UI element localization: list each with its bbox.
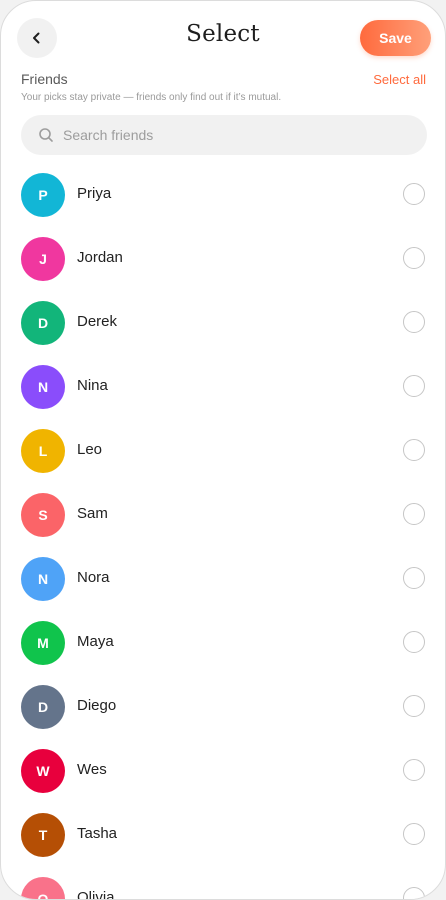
select-radio[interactable] bbox=[403, 759, 425, 781]
friend-row[interactable]: T Tasha bbox=[1, 803, 445, 867]
friend-name: Sam bbox=[77, 505, 108, 522]
friend-row[interactable]: O Olivia bbox=[1, 867, 445, 900]
select-radio[interactable] bbox=[403, 887, 425, 899]
friend-name: Derek bbox=[77, 313, 118, 330]
friend-name: Leo bbox=[77, 441, 103, 458]
friend-row[interactable]: W Wes bbox=[1, 739, 445, 803]
friend-row[interactable]: N Nina bbox=[1, 355, 445, 419]
select-radio[interactable] bbox=[403, 311, 425, 333]
friend-name: Wes bbox=[77, 761, 107, 778]
search-bar[interactable] bbox=[21, 115, 427, 155]
friend-row[interactable]: L Leo bbox=[1, 419, 445, 483]
friend-row[interactable]: D Derek bbox=[1, 291, 445, 355]
avatar: S bbox=[21, 493, 65, 537]
friend-row[interactable]: S Sam bbox=[1, 483, 445, 547]
friend-name: Jordan bbox=[77, 249, 123, 266]
friends-list: P Priya J Jordan D Derek N Nina L Leo S bbox=[1, 163, 445, 900]
save-button[interactable]: Save bbox=[360, 20, 431, 56]
search-icon bbox=[38, 127, 54, 143]
avatar: M bbox=[21, 621, 65, 665]
select-radio[interactable] bbox=[403, 375, 425, 397]
friend-name: Tasha bbox=[77, 825, 118, 842]
section-label: Friends bbox=[21, 71, 68, 87]
friend-name: Nina bbox=[77, 377, 108, 394]
friend-row[interactable]: D Diego bbox=[1, 675, 445, 739]
avatar: O bbox=[21, 877, 65, 899]
avatar: T bbox=[21, 813, 65, 857]
avatar: L bbox=[21, 429, 65, 473]
friend-name: Nora bbox=[77, 569, 110, 586]
select-radio[interactable] bbox=[403, 695, 425, 717]
friend-row[interactable]: M Maya bbox=[1, 611, 445, 675]
avatar: N bbox=[21, 557, 65, 601]
select-radio[interactable] bbox=[403, 503, 425, 525]
avatar: D bbox=[21, 685, 65, 729]
friend-name: Priya bbox=[77, 185, 112, 202]
avatar: D bbox=[21, 301, 65, 345]
friend-row[interactable]: N Nora bbox=[1, 547, 445, 611]
friend-name: Maya bbox=[77, 633, 114, 650]
header-bar: Select Save bbox=[1, 1, 445, 73]
avatar: J bbox=[21, 237, 65, 281]
friend-row[interactable]: J Jordan bbox=[1, 227, 445, 291]
friend-row[interactable]: P Priya bbox=[1, 163, 445, 227]
privacy-note: Your picks stay private — friends only f… bbox=[21, 92, 282, 103]
avatar: W bbox=[21, 749, 65, 793]
select-radio[interactable] bbox=[403, 439, 425, 461]
friend-name: Diego bbox=[77, 697, 117, 714]
select-radio[interactable] bbox=[403, 183, 425, 205]
search-input[interactable] bbox=[61, 126, 405, 144]
avatar: N bbox=[21, 365, 65, 409]
avatar: P bbox=[21, 173, 65, 217]
select-radio[interactable] bbox=[403, 567, 425, 589]
select-radio[interactable] bbox=[403, 823, 425, 845]
select-all-link[interactable]: Select all bbox=[373, 72, 426, 87]
phone-frame: Select Save Friends Select all Your pick… bbox=[0, 0, 446, 900]
friend-name: Olivia bbox=[77, 889, 115, 900]
select-radio[interactable] bbox=[403, 247, 425, 269]
select-radio[interactable] bbox=[403, 631, 425, 653]
